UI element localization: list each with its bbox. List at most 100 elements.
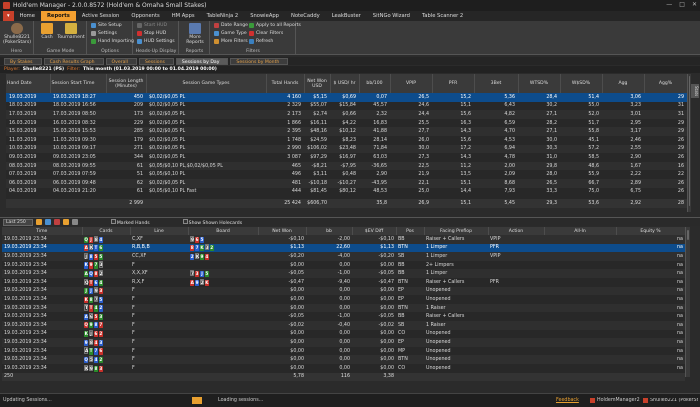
- sessions-col-header[interactable]: 3Bet: [474, 74, 519, 93]
- sessions-col-header[interactable]: PFR: [432, 74, 475, 93]
- session-row[interactable]: 04.03.2019 04.03.2019 21:20 61 $0,05/$0,10 …: [6, 187, 687, 197]
- hands-col-header[interactable]: Cards: [82, 227, 131, 235]
- hand-row[interactable]: 19.03.2019 23:34 Q 9 8 7 F -$0,02 -0,40 -$0,02 SB…: [2, 320, 685, 330]
- tab-overall[interactable]: Overall: [105, 57, 137, 65]
- hand-row[interactable]: 19.03.2019 23:34 Q J 8 4 C,XF 9 6 5 -$0,10 -2,00 -$…: [2, 235, 685, 244]
- sessions-col-header[interactable]: Agg%: [644, 74, 688, 93]
- hands-scrollbar[interactable]: [685, 227, 690, 377]
- game-type-button[interactable]: Game Type: [214, 31, 247, 36]
- hands-scroll-thumb[interactable]: [687, 230, 689, 240]
- settings-button[interactable]: Settings: [91, 31, 117, 36]
- hand-row[interactable]: 19.03.2019 23:34 A KT 6 R,B,B,B 8 7 K 3 2 $1,13 22,…: [2, 243, 685, 253]
- hand-row[interactable]: 19.03.2019 23:34 K 8 7 5 F $0,00 0,00 $0,00 EP Uno…: [2, 295, 685, 304]
- hand-row[interactable]: 19.03.2019 23:34 A 6 5 3 F -$0,05 -1,00 -$0,05 BB…: [2, 312, 685, 321]
- session-row[interactable]: 19.03.2019 19.03.2019 18:27 450 $0,02/$0,05…: [6, 93, 687, 102]
- sessions-col-header[interactable]: W$SD%: [560, 74, 603, 93]
- hand-row[interactable]: 19.03.2019 23:34 J 8 5 5 CC,XF 2 K9 4 -$0,20 -4,00…: [2, 252, 685, 261]
- session-row[interactable]: 10.03.2019 10.03.2019 09:17 271 $0,02/$0,05…: [6, 144, 687, 154]
- hero-button[interactable]: Shulle8221 (PokerStars): [2, 23, 32, 45]
- session-row[interactable]: 07.03.2019 07.03.2019 07:59 51 $0,05/$0,10 …: [6, 170, 687, 179]
- sessions-col-header[interactable]: Net Won USD: [304, 74, 331, 93]
- hands-col-header[interactable]: Action: [488, 227, 545, 235]
- marked-hands-checkbox[interactable]: [110, 218, 116, 224]
- session-row[interactable]: 09.03.2019 09.03.2019 23:05 344 $0,02/$0,05…: [6, 153, 687, 162]
- menu-reports[interactable]: Reports: [40, 11, 76, 21]
- apply-all-button[interactable]: Apply to all Reports: [249, 23, 301, 28]
- hand-row[interactable]: 19.03.2019 23:34 QT 6 4 R,X,F A 9 2 K -$0,47 -9,40…: [2, 277, 685, 287]
- hands-col-header[interactable]: Line: [130, 227, 189, 235]
- site-setup-button[interactable]: Site Setup: [91, 23, 122, 28]
- side-panel-tab[interactable]: Stats: [691, 84, 699, 98]
- folder-icon[interactable]: [35, 219, 42, 225]
- session-row[interactable]: 18.03.2019 18.03.2019 16:56 209 $0,02/$0,05…: [6, 101, 687, 111]
- menu-hm-apps[interactable]: HM Apps: [166, 11, 201, 21]
- menu-table-scanner[interactable]: Table Scanner 2: [416, 11, 469, 21]
- sessions-col-header[interactable]: $ USD/ hr: [330, 74, 360, 93]
- sessions-col-header[interactable]: VPIP: [390, 74, 433, 93]
- refresh-button[interactable]: Refresh: [249, 39, 273, 44]
- hand-row[interactable]: 19.03.2019 23:34 K 9 7 3 F $0,00 0,00 $0,00 BB 2+ …: [2, 260, 685, 270]
- feedback-link[interactable]: Feedback: [556, 398, 579, 403]
- session-row[interactable]: 11.03.2019 11.03.2019 09:30 179 $0,02/$0,05…: [6, 135, 687, 145]
- tournament-button[interactable]: Tournament: [57, 23, 85, 40]
- hands-col-header[interactable]: bb: [306, 227, 353, 235]
- sessions-col-header[interactable]: Session Start Time: [50, 74, 107, 93]
- marked-hands-toggle[interactable]: Marked Hands: [110, 218, 150, 226]
- session-row[interactable]: 15.03.2019 15.03.2019 15:53 285 $0,02/$0,05…: [6, 127, 687, 136]
- session-row[interactable]: 16.03.2019 16.03.2019 08:32 229 $0,02/$0,05…: [6, 118, 687, 128]
- hands-col-header[interactable]: Time: [2, 227, 83, 235]
- menu-tableninja[interactable]: TableNinja 2: [201, 11, 245, 21]
- tag-icon[interactable]: [53, 219, 60, 225]
- minimize-icon[interactable]: —: [666, 1, 672, 8]
- sessions-col-header[interactable]: Session Game Types: [146, 74, 267, 93]
- sessions-col-header[interactable]: WTSD%: [518, 74, 561, 93]
- menu-home[interactable]: Home: [14, 11, 41, 21]
- hand-importing-button[interactable]: Hand Importing: [91, 39, 134, 44]
- date-range-button[interactable]: Date Range: [214, 23, 248, 28]
- menu-active-session[interactable]: Active Session: [76, 11, 126, 21]
- hand-row[interactable]: 19.03.2019 23:34 T T 4 2 F $0,00 0,00 $0,00 BTN 1 …: [2, 303, 685, 313]
- hands-col-header[interactable]: Pos: [396, 227, 425, 235]
- hand-row[interactable]: 19.03.2019 23:34 AT 7 6 F $0,00 0,00 $0,00 MP Uno…: [2, 346, 685, 356]
- clear-filters-button[interactable]: Clear Filters: [249, 31, 283, 36]
- session-row[interactable]: 08.03.2019 08.03.2019 09:55 61 $0,05/$0,10 …: [6, 161, 687, 171]
- sessions-col-header[interactable]: Session Length (Minutes): [106, 74, 147, 93]
- hands-col-header[interactable]: Net Won: [258, 227, 307, 235]
- hud-settings-button[interactable]: HUD Settings: [137, 39, 175, 44]
- hand-row[interactable]: 19.03.2019 23:34 J J 9 3 F $0,00 0,00 $0,00 EP Uno…: [2, 286, 685, 296]
- file-menu-icon[interactable]: ▾: [3, 11, 14, 21]
- sessions-col-header[interactable]: bb/100: [359, 74, 391, 93]
- show-holecards-toggle[interactable]: Show Shown Holecards: [182, 218, 242, 226]
- session-row[interactable]: 17.03.2019 17.03.2019 08:50 173 $0,02/$0,05…: [6, 110, 687, 119]
- tab-sessions-by-day[interactable]: Sessions by Day: [175, 57, 229, 65]
- tab-sessions[interactable]: Sessions: [138, 57, 174, 65]
- menu-opponents[interactable]: Opponents: [125, 11, 165, 21]
- hand-row[interactable]: 19.03.2019 23:34 AQ 8 2 X,X,XF 7 3 J 5 -$0,05 -1,0…: [2, 269, 685, 278]
- hand-count-select[interactable]: Last 250: [3, 218, 33, 226]
- menu-sitngo-wizard[interactable]: SitNGo Wizard: [367, 11, 416, 21]
- hand-row[interactable]: 19.03.2019 23:34 K 9 8 3 F $0,00 0,00 $0,00 CO Uno…: [2, 363, 685, 373]
- sessions-col-header[interactable]: Agg: [602, 74, 645, 93]
- more-filters-button[interactable]: More Filters: [214, 39, 248, 44]
- tab-sessions-by-month[interactable]: Sessions by Month: [230, 57, 289, 65]
- sessions-col-header[interactable]: Hand Date: [6, 74, 51, 93]
- more-reports-button[interactable]: More Reports: [182, 23, 208, 45]
- start-hud-button[interactable]: Start HUD: [137, 23, 167, 28]
- tab-cash-graph[interactable]: Cash Results Graph: [43, 57, 104, 65]
- sessions-scroll-thumb[interactable]: [689, 76, 690, 206]
- columns-icon[interactable]: [71, 219, 78, 225]
- export-icon[interactable]: [62, 219, 69, 225]
- tab-by-stakes[interactable]: By Stakes: [4, 57, 42, 65]
- hands-col-header[interactable]: Board: [188, 227, 259, 235]
- hand-row[interactable]: 19.03.2019 23:34 Q 5 4 2 F $0,00 0,00 $0,00 BTN Un…: [2, 355, 685, 364]
- replay-icon[interactable]: [44, 219, 51, 225]
- hand-row[interactable]: 19.03.2019 23:34 K J 6 2 F $0,00 0,00 $0,00 CO Uno…: [2, 329, 685, 339]
- menu-leakbuster[interactable]: LeakBuster: [326, 11, 367, 21]
- menu-snowieapp[interactable]: SnowieApp: [244, 11, 285, 21]
- maximize-icon[interactable]: □: [679, 1, 685, 8]
- hand-row[interactable]: 19.03.2019 23:34 9 8 4 3 F $0,00 0,00 $0,00 EP Uno…: [2, 338, 685, 347]
- sessions-col-header[interactable]: Total Hands: [266, 74, 305, 93]
- close-icon[interactable]: ✕: [692, 1, 697, 8]
- cash-button[interactable]: Cash: [39, 23, 55, 40]
- hands-col-header[interactable]: Facing Preflop: [424, 227, 489, 235]
